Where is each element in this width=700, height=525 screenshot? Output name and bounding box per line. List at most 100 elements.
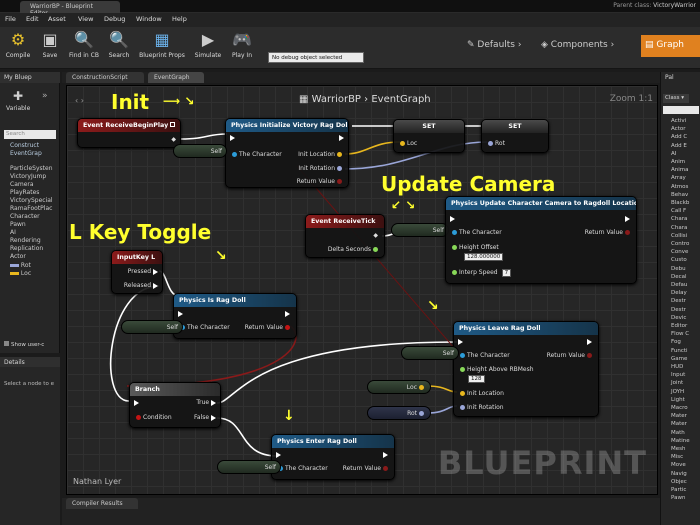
exec-out-pin[interactable] xyxy=(383,451,388,458)
simulate-button[interactable]: ▶ Simulate xyxy=(192,30,224,66)
tree-item[interactable]: VictoryJump xyxy=(10,173,46,180)
node-leave-rag-doll[interactable]: Physics Leave Rag Doll The Character Ret… xyxy=(453,321,599,417)
event-graph-canvas[interactable]: ‹ › ▦ WarriorBP › EventGraph Zoom 1:1 BL… xyxy=(66,85,658,495)
true-pin[interactable]: True xyxy=(196,399,216,406)
height-above-value[interactable]: 128 xyxy=(468,375,485,383)
blueprint-props-button[interactable]: ▦ Blueprint Props xyxy=(136,30,188,66)
node-enter-rag-doll[interactable]: Physics Enter Rag Doll The Character Ret… xyxy=(271,434,395,480)
palette-item[interactable]: Mesh xyxy=(671,446,685,452)
mode-components[interactable]: ◈ Components › xyxy=(537,35,639,57)
palette-item[interactable]: Behav xyxy=(671,192,688,198)
tree-item[interactable]: ParticleSysten xyxy=(10,165,53,172)
tree-item[interactable]: Rendering xyxy=(10,237,41,244)
exec-out-pin[interactable] xyxy=(587,338,592,345)
find-in-cb-button[interactable]: 🔍 Find in CB xyxy=(66,30,102,66)
mode-graph[interactable]: ▤ Graph xyxy=(641,35,700,57)
tree-item[interactable]: Actor xyxy=(10,253,26,260)
rot-pin[interactable]: Rot xyxy=(407,410,426,417)
node-update-character-camera[interactable]: Physics Update Character Camera to Ragdo… xyxy=(445,196,637,284)
node-set-loc[interactable]: SET Loc xyxy=(393,119,465,153)
released-pin[interactable]: Released xyxy=(124,282,158,289)
return-value-pin[interactable]: Return Value xyxy=(585,229,632,236)
palette-item[interactable]: Devic xyxy=(671,315,686,321)
height-above-input[interactable]: 128 xyxy=(464,375,485,383)
self-reference-node[interactable]: Self xyxy=(401,346,459,360)
blueprint-search-input[interactable]: Search xyxy=(4,130,56,139)
palette-item[interactable]: Atmos xyxy=(671,184,688,190)
height-offset-value[interactable]: 128.000000 xyxy=(464,253,504,261)
palette-item[interactable]: Delay xyxy=(671,290,687,296)
exec-in-pin[interactable] xyxy=(450,215,455,222)
palette-item[interactable]: Misc xyxy=(671,454,683,460)
menu-view[interactable]: View xyxy=(78,15,93,23)
init-rotation-pin[interactable]: Init Rotation xyxy=(298,165,344,172)
pressed-pin[interactable]: Pressed xyxy=(128,268,158,275)
palette-item[interactable]: Decal xyxy=(671,274,687,280)
condition-pin[interactable]: Condition xyxy=(134,414,172,421)
false-pin[interactable]: False xyxy=(194,414,216,421)
compile-button[interactable]: ⚙ Compile xyxy=(4,30,32,66)
search-button[interactable]: 🔍 Search xyxy=(104,30,134,66)
node-event-receive-tick[interactable]: Event ReceiveTick ◆ Delta Seconds xyxy=(305,214,385,258)
tree-item[interactable]: AI xyxy=(10,229,16,236)
save-button[interactable]: ▣ Save xyxy=(36,30,64,66)
tab-construction-script[interactable]: ConstructionScript xyxy=(66,72,144,83)
variable-loc[interactable]: Loc xyxy=(10,270,31,277)
tree-item[interactable]: VictorySpecial xyxy=(10,197,53,204)
tree-item[interactable]: EventGrap xyxy=(10,150,42,157)
play-in-button[interactable]: 🎮 Play In xyxy=(226,30,258,66)
palette-item[interactable]: Defau xyxy=(671,282,687,288)
palette-item[interactable]: Flow C xyxy=(671,331,689,337)
node-branch[interactable]: Branch True Condition False xyxy=(129,382,221,428)
palette-item[interactable]: HUD xyxy=(671,364,683,370)
menu-edit[interactable]: Edit xyxy=(26,15,39,23)
loc-pin[interactable]: Loc xyxy=(398,140,417,147)
tree-item[interactable]: Pawn xyxy=(10,221,26,228)
delta-seconds-pin[interactable]: Delta Seconds xyxy=(328,246,380,253)
tree-item[interactable]: Replication xyxy=(10,245,43,252)
palette-item[interactable]: Matine xyxy=(671,438,690,444)
variable-rot[interactable]: Rot xyxy=(10,262,31,269)
palette-item[interactable]: Navig xyxy=(671,471,687,477)
exec-out-pin[interactable]: ◆ xyxy=(171,136,176,143)
interp-speed-value[interactable]: 7 xyxy=(501,269,512,277)
exec-in-pin[interactable] xyxy=(458,338,463,345)
palette-item[interactable]: Add C xyxy=(671,134,687,140)
my-blueprint-tab[interactable]: My Bluep xyxy=(0,72,60,83)
palette-item[interactable]: Editor xyxy=(671,323,687,329)
palette-item[interactable]: Pawn xyxy=(671,495,685,501)
palette-item[interactable]: Mater xyxy=(671,413,687,419)
debug-object-select[interactable]: No debug object selected xyxy=(268,52,364,63)
palette-item[interactable]: Anim xyxy=(671,159,685,165)
expand-icon[interactable]: » xyxy=(42,91,48,101)
return-value-pin[interactable]: Return Value xyxy=(547,352,594,359)
palette-item[interactable]: Game xyxy=(671,356,687,362)
palette-item[interactable]: Objec xyxy=(671,479,687,485)
tab-compiler-results[interactable]: Compiler Results xyxy=(66,498,138,509)
self-reference-node[interactable]: Self xyxy=(217,460,281,474)
palette-item[interactable]: JOYH xyxy=(671,389,684,395)
palette-item[interactable]: Add E xyxy=(671,143,687,149)
init-location-pin[interactable]: Init Location xyxy=(458,390,504,397)
init-rotation-pin[interactable]: Init Rotation xyxy=(458,404,504,411)
palette-item[interactable]: Array xyxy=(671,175,686,181)
class-filter-select[interactable]: Class ▾ xyxy=(663,94,689,103)
palette-item[interactable]: Fog xyxy=(671,339,681,345)
get-rot-node[interactable]: Rot xyxy=(367,406,431,420)
tree-item[interactable]: PlayRates xyxy=(10,189,39,196)
palette-item[interactable]: Light xyxy=(671,397,685,403)
exec-in-pin[interactable] xyxy=(230,134,235,141)
self-reference-node[interactable]: Self xyxy=(121,320,183,334)
palette-item[interactable]: Conve xyxy=(671,249,688,255)
height-offset-input[interactable]: 128.000000 xyxy=(460,253,504,261)
menu-window[interactable]: Window xyxy=(136,15,162,23)
add-variable-button[interactable]: ✚ xyxy=(8,89,28,103)
palette-item[interactable]: Destr xyxy=(671,298,686,304)
details-tab[interactable]: Details xyxy=(0,357,60,367)
palette-item[interactable]: Custo xyxy=(671,257,687,263)
exec-out-pin[interactable] xyxy=(285,310,290,317)
exec-in-pin[interactable] xyxy=(276,451,281,458)
rot-pin[interactable]: Rot xyxy=(486,140,505,147)
get-loc-node[interactable]: Loc xyxy=(367,380,431,394)
palette-item[interactable]: Partic xyxy=(671,487,686,493)
